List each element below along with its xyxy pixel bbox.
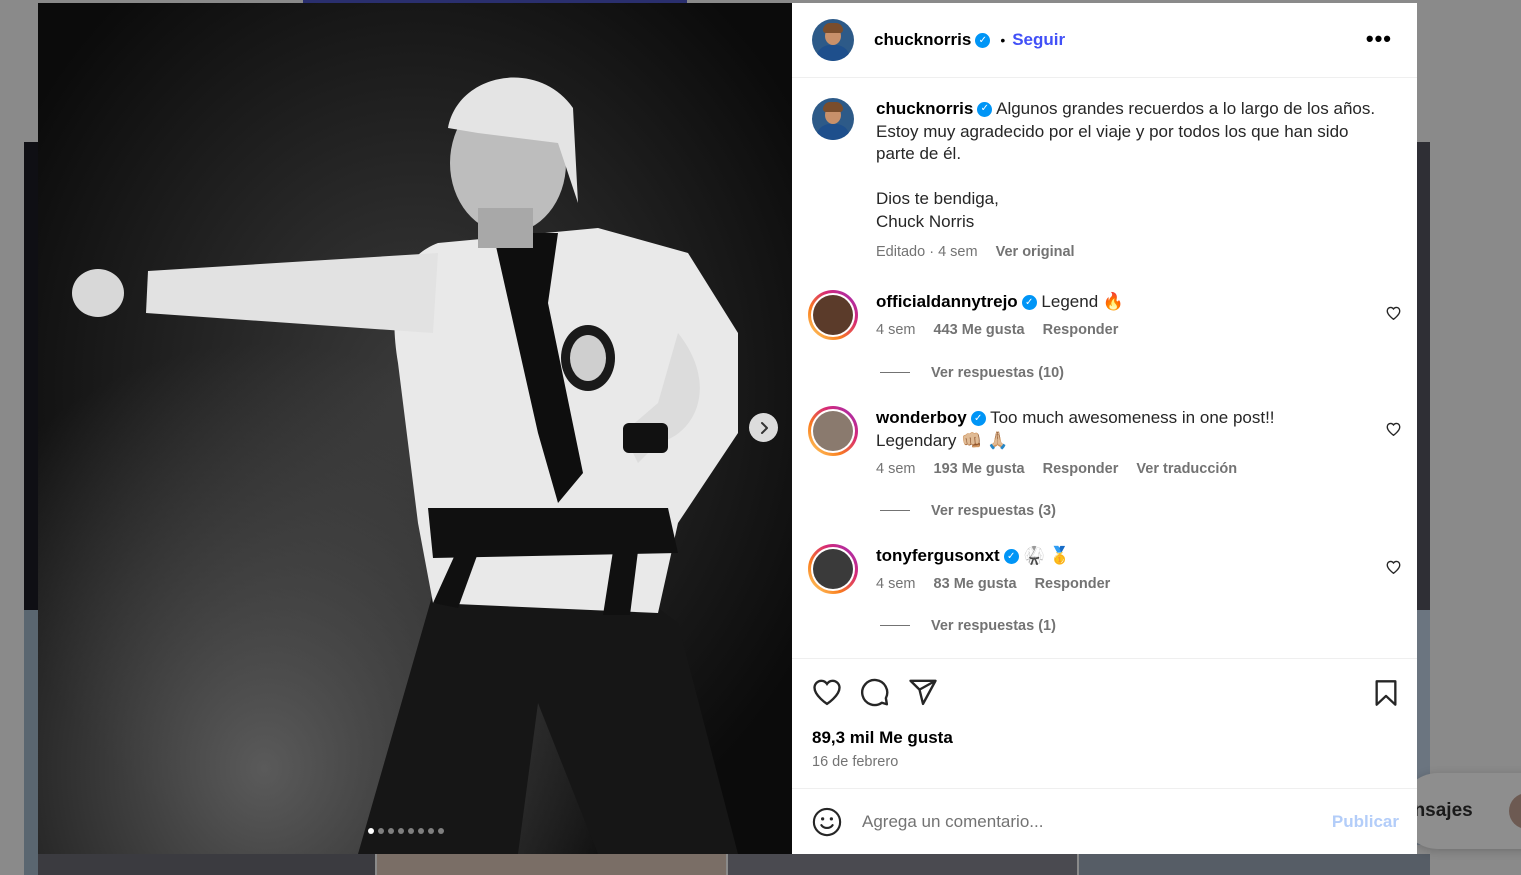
comment-username[interactable]: tonyfergusonxt [876, 546, 1000, 565]
reply-button[interactable]: Responder [1035, 576, 1111, 592]
comment-text: Legendary 👊🏼 🙏🏼 [876, 430, 1009, 450]
like-heart-icon[interactable] [812, 678, 842, 706]
carousel-dot [388, 828, 394, 834]
share-paper-plane-icon[interactable] [908, 677, 938, 707]
carousel-dot [418, 828, 424, 834]
comment-time: 4 sem [876, 460, 916, 477]
verified-badge-icon: ✓ [1003, 548, 1019, 564]
chevron-right-icon [760, 421, 768, 434]
separator: • [1000, 32, 1006, 48]
carousel-indicator [368, 828, 444, 834]
messages-avatar [1509, 793, 1521, 829]
translate-button[interactable]: Ver traducción [1136, 461, 1237, 477]
carousel-dot [368, 828, 374, 834]
caption-line: Dios te bendiga, [876, 189, 999, 208]
comment-time: 4 sem [876, 321, 916, 338]
comment-bubble-icon[interactable] [860, 677, 890, 707]
carousel-dot [438, 828, 444, 834]
follow-button[interactable]: Seguir [1012, 30, 1065, 50]
comment-likes[interactable]: 193 Me gusta [934, 461, 1025, 477]
verified-badge-icon: ✓ [970, 410, 986, 426]
commenter-avatar[interactable] [808, 289, 858, 340]
background-tile [38, 854, 375, 875]
view-replies-button[interactable]: Ver respuestas (1) [880, 618, 1401, 634]
author-avatar[interactable] [812, 98, 854, 140]
save-bookmark-icon[interactable] [1373, 679, 1399, 707]
caption: chucknorris ✓ Algunos grandes recuerdos a… [812, 98, 1401, 264]
more-options-button[interactable]: ••• [1366, 28, 1392, 50]
reply-button[interactable]: Responder [1043, 461, 1119, 477]
post-photo [38, 3, 792, 854]
comment: wonderboy ✓ Too much awesomeness in one p… [808, 405, 1401, 477]
comment: tonyfergusonxt ✓ 🥋 🥇 4 sem 83 Me gusta Re… [808, 543, 1401, 594]
post-date: 16 de febrero [812, 754, 899, 770]
comment-username[interactable]: wonderboy [876, 408, 967, 427]
comment-emoji: 🥋 🥇 [1023, 545, 1071, 565]
background-tile [728, 854, 1077, 875]
caption-username[interactable]: chucknorris [876, 99, 973, 118]
view-replies-label: Ver respuestas (3) [931, 502, 1056, 519]
author-avatar[interactable] [812, 19, 854, 61]
commenter-avatar[interactable] [808, 543, 858, 594]
view-replies-label: Ver respuestas (1) [931, 617, 1056, 634]
background-tile [1079, 854, 1430, 875]
emoji-picker-icon[interactable] [812, 807, 842, 837]
caption-line: Algunos grandes recuerdos a lo largo de … [996, 99, 1376, 118]
caption-line: Estoy muy agradecido por el viaje y por … [876, 121, 1349, 164]
author-username[interactable]: chucknorris [874, 30, 971, 50]
comment-text: Legend [1041, 291, 1099, 311]
verified-badge-icon: ✓ [977, 102, 993, 118]
comment-text: Too much awesomeness in one post!! [990, 407, 1275, 427]
likes-count[interactable]: 89,3 mil Me gusta [812, 728, 1397, 748]
view-replies-label: Ver respuestas (10) [931, 364, 1064, 381]
verified-badge-icon: ✓ [1021, 294, 1037, 310]
background-tile [1416, 142, 1430, 612]
carousel-dot [378, 828, 384, 834]
comment-input[interactable] [862, 811, 1302, 832]
post-modal: chucknorris ✓ • Seguir ••• chucknorris ✓ … [38, 3, 1417, 854]
reply-button[interactable]: Responder [1043, 322, 1119, 338]
like-comment-heart-icon[interactable] [1386, 422, 1401, 436]
post-media[interactable] [38, 3, 792, 854]
carousel-dot [428, 828, 434, 834]
publish-button[interactable]: Publicar [1332, 812, 1399, 832]
post-actions: 89,3 mil Me gusta 16 de febrero [792, 658, 1417, 788]
comment-username[interactable]: officialdannytrejo [876, 292, 1018, 311]
messages-button[interactable]: ensajes [1400, 773, 1521, 849]
add-comment-bar: Publicar [792, 788, 1417, 854]
carousel-dot [398, 828, 404, 834]
fire-emoji-icon: 🔥 [1102, 291, 1125, 311]
commenter-avatar[interactable] [808, 405, 858, 456]
post-side-panel: chucknorris ✓ • Seguir ••• chucknorris ✓ … [792, 3, 1417, 854]
comment-likes[interactable]: 443 Me gusta [934, 322, 1025, 338]
caption-edited: Editado · 4 sem [876, 244, 978, 260]
next-image-button[interactable] [749, 413, 778, 442]
view-replies-button[interactable]: Ver respuestas (3) [880, 503, 1401, 519]
like-comment-heart-icon[interactable] [1386, 306, 1401, 320]
comments-list[interactable]: chucknorris ✓ Algunos grandes recuerdos a… [792, 78, 1417, 658]
comment-likes[interactable]: 83 Me gusta [934, 576, 1017, 592]
like-comment-heart-icon[interactable] [1386, 560, 1401, 574]
verified-badge-icon: ✓ [975, 32, 991, 48]
comment: officialdannytrejo ✓ Legend 🔥 4 sem 443 M… [808, 289, 1401, 340]
post-header: chucknorris ✓ • Seguir ••• [792, 3, 1417, 78]
see-original-link[interactable]: Ver original [996, 244, 1075, 260]
caption-line: Chuck Norris [876, 211, 975, 231]
comment-time: 4 sem [876, 575, 916, 592]
background-tile [377, 854, 726, 875]
view-replies-button[interactable]: Ver respuestas (10) [880, 365, 1401, 381]
carousel-dot [408, 828, 414, 834]
